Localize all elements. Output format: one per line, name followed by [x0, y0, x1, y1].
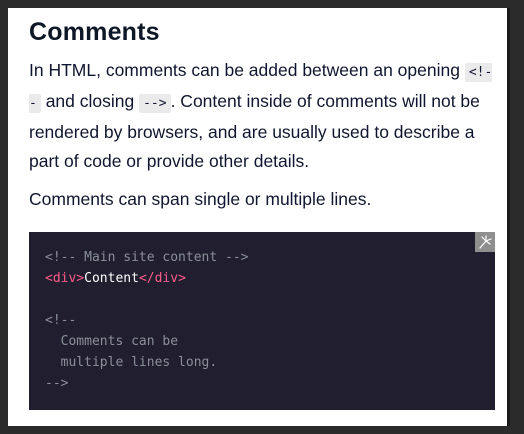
- code-open-tag: <div>: [45, 271, 85, 286]
- multiline-paragraph: Comments can span single or multiple lin…: [29, 189, 372, 209]
- code-line-comment: <!-- Main site content -->: [45, 250, 249, 265]
- inline-code-close-comment: -->: [139, 94, 171, 113]
- code-tag-content: Content: [84, 271, 139, 286]
- content-panel: Comments In HTML, comments can be added …: [8, 8, 510, 426]
- intro-text-b: and closing: [40, 91, 140, 111]
- code-comment-line-1: Comments can be: [45, 334, 179, 349]
- code-comment-close: -->: [45, 376, 69, 391]
- copy-icon[interactable]: [475, 232, 495, 252]
- code-comment-line-2: multiple lines long.: [45, 355, 218, 370]
- intro-text-a: In HTML, comments can be added between a…: [29, 60, 465, 80]
- sparkle-glyph: [479, 235, 492, 249]
- code-comment-open: <!--: [45, 313, 77, 328]
- intro-paragraph: In HTML, comments can be added between a…: [29, 56, 499, 176]
- section-title: Comments: [29, 18, 160, 46]
- code-block: <!-- Main site content --> <div>Content<…: [29, 232, 495, 410]
- code-close-tag: </div>: [138, 271, 186, 286]
